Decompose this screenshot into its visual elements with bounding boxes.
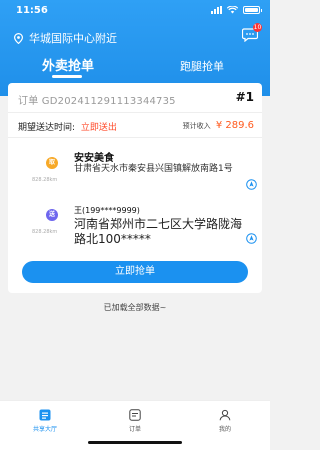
pickup-store-name: 安安美食 xyxy=(74,153,114,164)
tab-active-indicator xyxy=(52,75,82,78)
delivery-time-row: 期望送达时间: 立即送出 预计收入 ¥ 289.6 xyxy=(18,120,254,133)
income-label: 预计收入 xyxy=(182,122,211,130)
tabbar-label-hall: 共享大厅 xyxy=(32,426,57,433)
order-number: 订单 GD202411291113344735 xyxy=(18,96,176,107)
divider xyxy=(8,112,262,113)
cellular-signal-icon xyxy=(211,6,222,14)
tab-errand[interactable]: 跑腿抢单 xyxy=(180,58,224,74)
recipient-name-phone: 王(199****9999) xyxy=(74,206,140,215)
status-bar: 11:56 xyxy=(0,0,270,22)
dropoff-address: 河南省郑州市二七区大学路陇海路北100***** xyxy=(74,217,243,246)
tabbar-item-hall[interactable]: 共享大厅 xyxy=(25,409,65,433)
profile-icon xyxy=(219,409,231,421)
dropoff-distance: 828.28km xyxy=(32,229,58,235)
tabbar-item-orders[interactable]: 订单 xyxy=(115,409,155,433)
tabbar-label-orders: 订单 xyxy=(128,426,141,433)
order-index: #1 xyxy=(235,90,254,104)
pickup-distance: 828.28km xyxy=(32,177,58,183)
tabbar-item-profile[interactable]: 我的 xyxy=(205,409,245,433)
location-pin-icon xyxy=(14,32,23,44)
home-indicator xyxy=(88,441,182,444)
wifi-icon xyxy=(227,6,238,14)
status-time: 11:56 xyxy=(16,5,48,16)
location-selector[interactable]: 华城国际中心附近 xyxy=(14,30,117,46)
location-text: 华城国际中心附近 xyxy=(29,32,117,45)
order-header: 订单 GD202411291113344735 #1 xyxy=(18,90,254,107)
hall-icon xyxy=(39,409,51,421)
order-icon xyxy=(129,409,141,421)
pickup-badge: 取 xyxy=(46,157,58,169)
navigation-icon[interactable] xyxy=(246,233,257,244)
battery-icon xyxy=(243,6,262,14)
expected-time-label: 期望送达时间: xyxy=(18,123,76,133)
order-type-tabs: 外卖抢单 跑腿抢单 xyxy=(0,55,270,78)
message-button[interactable]: 10 xyxy=(241,23,262,43)
pickup-address: 甘肃省天水市秦安县兴国镇解放南路1号 xyxy=(74,164,233,174)
navigation-icon[interactable] xyxy=(246,179,257,190)
order-card[interactable]: 订单 GD202411291113344735 #1 期望送达时间: 立即送出 … xyxy=(8,83,262,293)
dropoff-badge: 送 xyxy=(46,209,58,221)
message-badge: 10 xyxy=(253,23,262,32)
tabbar-label-profile: 我的 xyxy=(218,426,231,433)
expected-time-value: 立即送出 xyxy=(80,123,117,133)
income-value: ¥ 289.6 xyxy=(215,120,254,131)
all-loaded-text: 已加载全部数据~ xyxy=(103,303,167,312)
grab-order-button[interactable]: 立即抢单 xyxy=(22,261,248,283)
tab-takeaway[interactable]: 外卖抢单 xyxy=(42,55,94,74)
status-icons xyxy=(211,6,262,14)
divider xyxy=(8,137,262,138)
income-info: 预计收入 ¥ 289.6 xyxy=(183,120,254,131)
